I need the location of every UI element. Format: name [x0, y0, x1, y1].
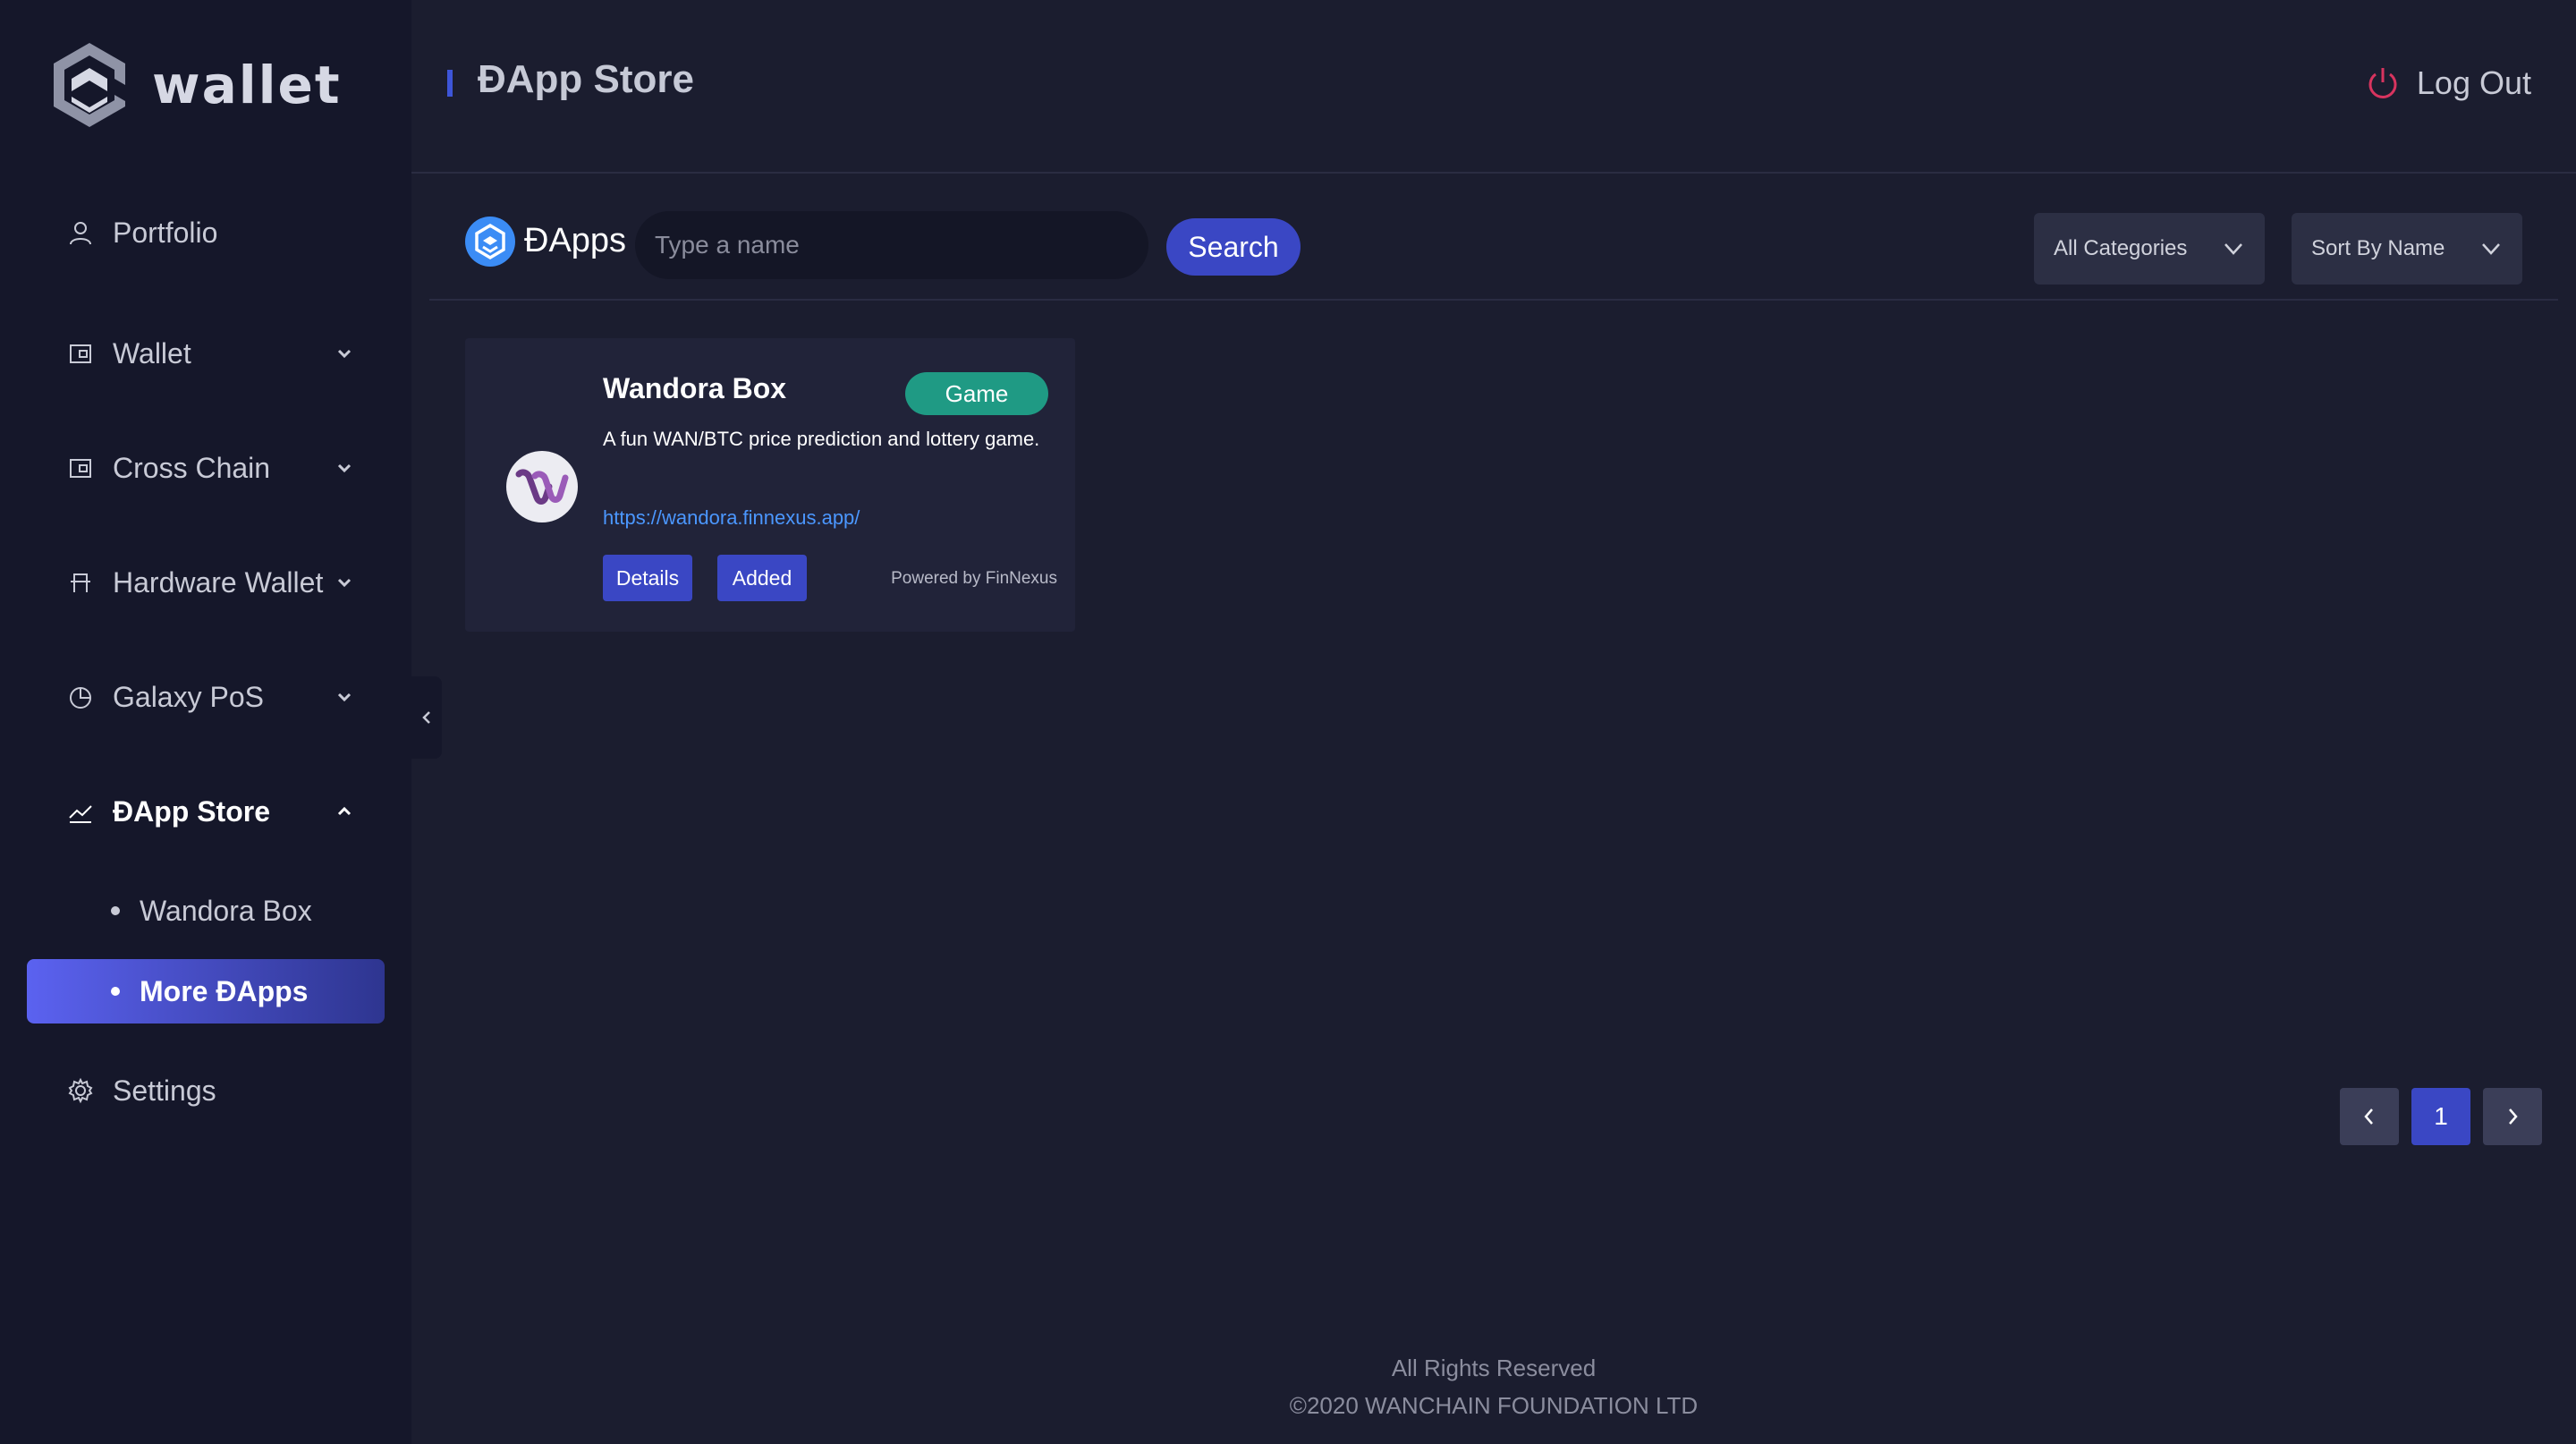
- bullet-icon: [111, 906, 120, 915]
- sidebar: wallet Portfolio Wallet Cross Chain Hard…: [0, 0, 411, 1444]
- pagination-page-button[interactable]: 1: [2411, 1088, 2470, 1145]
- footer-rights: All Rights Reserved: [1391, 1355, 1597, 1381]
- dapps-section-label: ĐApps: [524, 222, 627, 259]
- details-button[interactable]: Details: [603, 555, 692, 601]
- pagination-next-button[interactable]: [2483, 1088, 2542, 1145]
- bullet-icon: [111, 987, 120, 996]
- sort-select[interactable]: Sort By Name: [2292, 213, 2522, 285]
- sidebar-subitem-label: Wandora Box: [140, 894, 312, 927]
- chevron-down-icon[interactable]: [331, 454, 358, 481]
- page-title: ĐApp Store: [478, 57, 694, 101]
- chevron-down-icon[interactable]: [331, 569, 358, 596]
- search-input[interactable]: [635, 211, 1148, 279]
- cross-chain-icon: [66, 454, 95, 482]
- sidebar-subitem-label: More ĐApps: [140, 974, 309, 1007]
- chevron-right-icon: [2509, 1108, 2518, 1125]
- title-accent-bar: [447, 70, 453, 97]
- powered-by-label: Powered by FinNexus: [891, 569, 1057, 588]
- sidebar-item-label: Cross Chain: [113, 451, 271, 484]
- sidebar-item-label: ĐApp Store: [113, 794, 270, 828]
- sidebar-item-label: Settings: [113, 1074, 216, 1107]
- chevron-down-icon: [2224, 243, 2242, 255]
- sidebar-item-galaxy-pos[interactable]: Galaxy PoS: [0, 661, 411, 733]
- dapp-url-link[interactable]: https://wandora.finnexus.app/: [603, 506, 860, 530]
- dapp-category-tag: Game: [905, 372, 1048, 415]
- sidebar-item-label: Wallet: [113, 336, 191, 369]
- added-button[interactable]: Added: [717, 555, 807, 601]
- sidebar-item-label: Hardware Wallet: [113, 565, 324, 599]
- sidebar-item-portfolio[interactable]: Portfolio: [0, 197, 411, 268]
- chevron-left-icon: [422, 711, 430, 724]
- sidebar-item-cross-chain[interactable]: Cross Chain: [0, 432, 411, 504]
- chevron-down-icon[interactable]: [331, 340, 358, 367]
- wanchain-logo-icon: [54, 43, 125, 127]
- brand-name: wallet: [152, 55, 342, 115]
- wandora-logo-icon: [515, 469, 569, 505]
- gear-icon: [66, 1076, 95, 1105]
- sidebar-item-dapp-store[interactable]: ĐApp Store: [0, 776, 411, 847]
- sidebar-item-hardware-wallet[interactable]: Hardware Wallet: [0, 547, 411, 618]
- dapps-toolbar: ĐApps Search All Categories Sort By Name: [429, 206, 2558, 301]
- sidebar-item-settings[interactable]: Settings: [0, 1055, 411, 1126]
- dapps-logo-icon: [465, 217, 515, 267]
- sidebar-item-label: Galaxy PoS: [113, 680, 264, 713]
- pie-chart-icon: [66, 683, 95, 711]
- brand-logo[interactable]: wallet: [52, 41, 342, 129]
- sidebar-collapse-button[interactable]: [411, 676, 442, 759]
- category-select[interactable]: All Categories: [2034, 213, 2265, 285]
- chevron-down-icon[interactable]: [331, 684, 358, 710]
- page-footer: All Rights Reserved ©2020 WANCHAIN FOUND…: [411, 1349, 2576, 1424]
- logout-button[interactable]: Log Out: [2365, 64, 2531, 102]
- chevron-down-icon: [2482, 243, 2500, 255]
- hardware-icon: [66, 568, 95, 597]
- user-icon: [66, 218, 95, 247]
- sidebar-item-label: Portfolio: [113, 216, 218, 249]
- sidebar-item-wallet[interactable]: Wallet: [0, 318, 411, 389]
- sort-select-value: Sort By Name: [2311, 236, 2445, 260]
- dapp-title: Wandora Box: [603, 372, 787, 404]
- power-icon: [2368, 68, 2397, 98]
- chart-line-icon: [66, 797, 95, 826]
- category-select-value: All Categories: [2054, 236, 2188, 260]
- chevron-up-icon[interactable]: [331, 798, 358, 825]
- footer-copyright: ©2020 WANCHAIN FOUNDATION LTD: [1289, 1392, 1699, 1419]
- page-header: ĐApp Store Log Out: [411, 0, 2576, 174]
- pagination-prev-button[interactable]: [2340, 1088, 2399, 1145]
- dapp-card: Wandora Box Game A fun WAN/BTC price pre…: [465, 338, 1075, 632]
- dapp-avatar: [506, 451, 578, 522]
- sidebar-subitem-more-dapps[interactable]: More ĐApps: [27, 959, 385, 1024]
- logout-label: Log Out: [2416, 64, 2531, 101]
- sidebar-subitem-wandora-box[interactable]: Wandora Box: [27, 879, 385, 943]
- wallet-icon: [66, 339, 95, 368]
- search-button[interactable]: Search: [1166, 218, 1301, 276]
- chevron-left-icon: [2364, 1108, 2373, 1125]
- dapp-description: A fun WAN/BTC price prediction and lotte…: [603, 428, 1040, 450]
